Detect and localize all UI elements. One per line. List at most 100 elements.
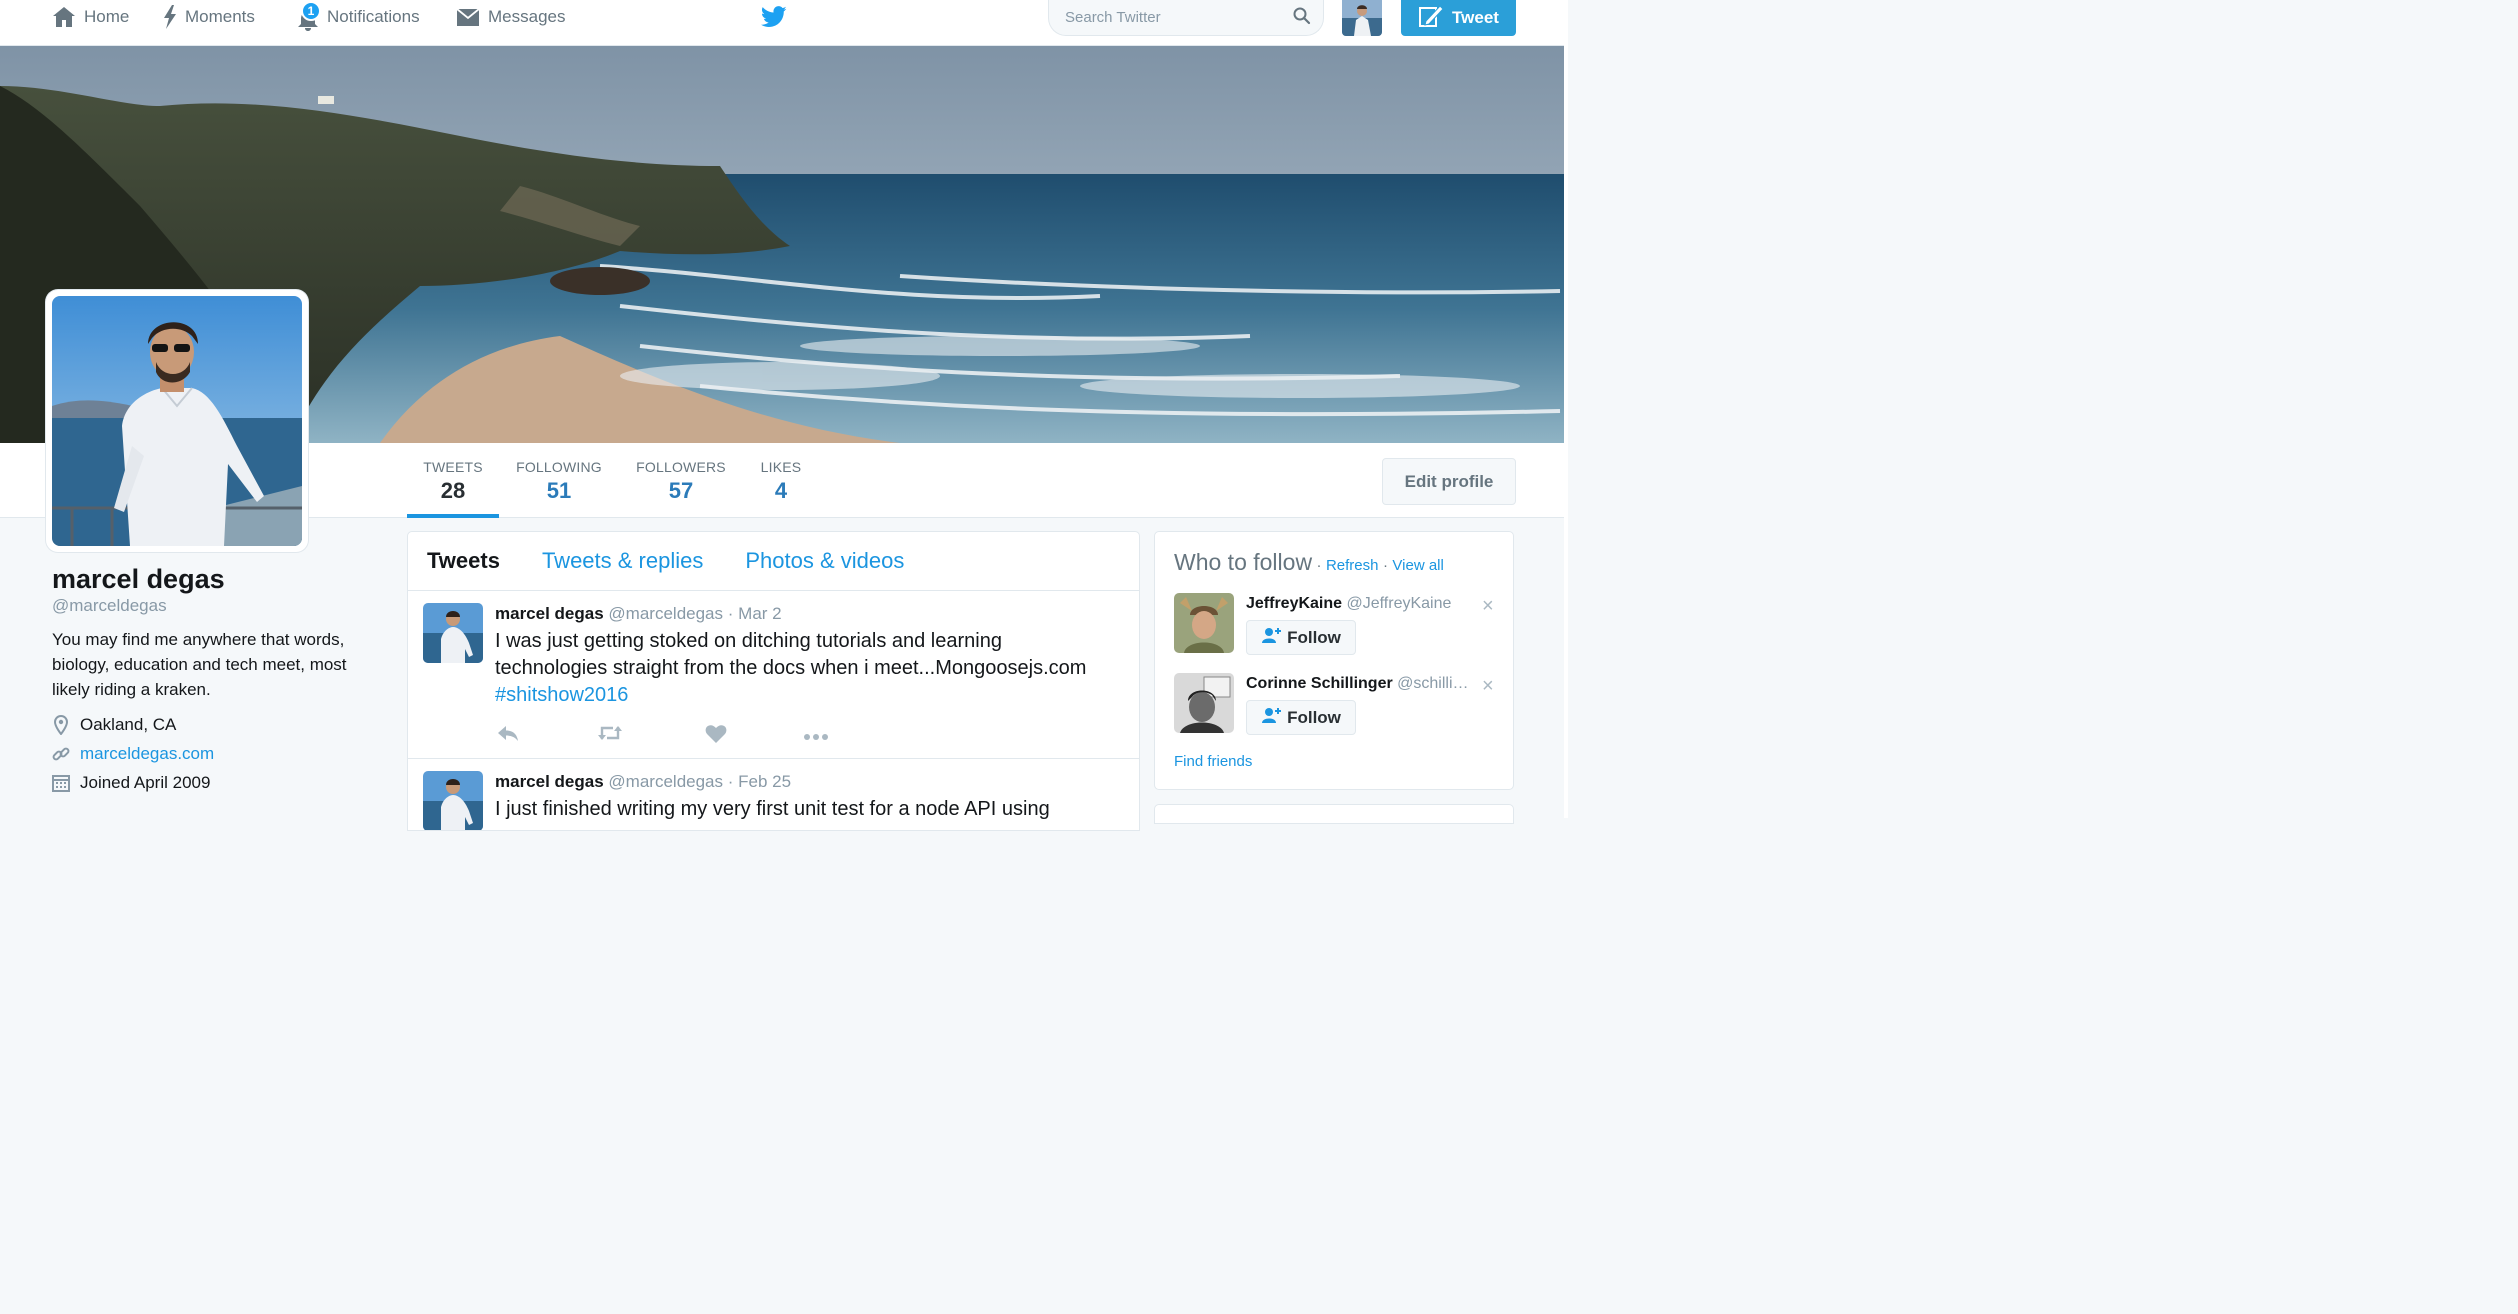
stat-value: 4 xyxy=(774,478,788,503)
find-friends-link[interactable]: Find friends xyxy=(1174,753,1252,770)
tweet-text: I just finished writing my very first un… xyxy=(495,798,1050,820)
website-link[interactable]: marceldegas.com xyxy=(80,744,214,764)
profile-bio: You may find me anywhere that words, bio… xyxy=(52,630,347,699)
timeline-tabs: Tweets Tweets & replies Photos & videos xyxy=(408,532,1139,591)
envelope-icon xyxy=(456,7,480,27)
nav-notifications[interactable]: 1 Notifications xyxy=(297,0,420,34)
retweet-icon[interactable] xyxy=(597,724,623,747)
dismiss-suggestion-icon[interactable]: × xyxy=(1482,595,1494,618)
separator: · xyxy=(1382,557,1388,574)
profile-avatar[interactable] xyxy=(46,290,308,552)
tweet-timestamp[interactable]: Feb 25 xyxy=(738,772,791,791)
follow-button[interactable]: Follow xyxy=(1246,700,1356,735)
search-box xyxy=(1048,0,1324,36)
suggestion-name[interactable]: Corinne Schillinger @schilli… xyxy=(1246,675,1469,693)
tweet-separator: · xyxy=(727,604,734,623)
profile-website: marceldegas.com xyxy=(52,744,214,764)
profile-name: marcel degas xyxy=(52,564,225,594)
more-options-icon[interactable] xyxy=(803,728,829,746)
suggestion-handle: @schilli… xyxy=(1397,675,1469,692)
calendar-icon xyxy=(52,774,70,792)
add-user-icon xyxy=(1261,627,1282,648)
top-navigation-bar: Home Moments 1 Notifications Messages Se… xyxy=(0,0,1568,46)
tweet-timeline: Tweets Tweets & replies Photos & videos … xyxy=(407,531,1140,831)
tweet-item[interactable]: marcel degas @marceldegas · Feb 25 I jus… xyxy=(408,759,1139,830)
nav-home-label: Home xyxy=(84,7,130,26)
joined-text: Joined April 2009 xyxy=(80,773,211,792)
tweet-hashtag[interactable]: #shitshow2016 xyxy=(495,684,628,706)
stat-label: FOLLOWERS xyxy=(636,459,726,475)
nav-messages-label: Messages xyxy=(488,7,566,26)
suggestion-display-name: Corinne Schillinger xyxy=(1246,675,1393,692)
like-heart-icon[interactable] xyxy=(705,724,727,749)
tweet-text: I was just getting stoked on ditching tu… xyxy=(495,628,1115,709)
edit-profile-button[interactable]: Edit profile xyxy=(1382,458,1516,505)
account-avatar[interactable] xyxy=(1342,0,1382,36)
suggestion-avatar[interactable] xyxy=(1174,593,1234,653)
stat-value: 28 xyxy=(440,478,466,503)
nav-moments[interactable]: Moments xyxy=(163,0,255,34)
who-to-follow-module: Who to follow · Refresh · View all Jeffr… xyxy=(1154,531,1514,790)
follow-button[interactable]: Follow xyxy=(1246,620,1356,655)
suggestion-name[interactable]: JeffreyKaine @JeffreyKaine xyxy=(1246,595,1451,613)
stat-following[interactable]: FOLLOWING 51 xyxy=(514,443,604,518)
compose-icon xyxy=(1418,4,1444,33)
profile-location: Oakland, CA xyxy=(52,715,176,735)
add-user-icon xyxy=(1261,707,1282,728)
search-icon[interactable] xyxy=(1293,7,1311,30)
next-sidebar-module xyxy=(1154,804,1514,824)
stat-followers[interactable]: FOLLOWERS 57 xyxy=(634,443,728,518)
link-icon xyxy=(52,745,70,763)
stat-label: FOLLOWING xyxy=(516,459,602,475)
nav-moments-label: Moments xyxy=(185,7,255,26)
stat-label: TWEETS xyxy=(423,459,483,475)
suggestion-avatar[interactable] xyxy=(1174,673,1234,733)
notification-count-badge: 1 xyxy=(301,1,321,21)
compose-tweet-button[interactable]: Tweet xyxy=(1401,0,1516,36)
tweet-author-handle[interactable]: @marceldegas xyxy=(608,604,723,623)
tab-tweets[interactable]: Tweets xyxy=(427,548,500,574)
stat-likes[interactable]: LIKES 4 xyxy=(756,443,806,518)
tweet-author-handle[interactable]: @marceldegas xyxy=(608,772,723,791)
tweet-button-label: Tweet xyxy=(1452,8,1499,27)
lightning-icon xyxy=(163,5,177,29)
home-icon xyxy=(52,6,76,28)
tweet-item[interactable]: marcel degas @marceldegas · Mar 2 I was … xyxy=(408,591,1139,759)
bell-icon: 1 xyxy=(297,1,321,31)
suggestion-display-name: JeffreyKaine xyxy=(1246,595,1343,612)
tweet-author-name[interactable]: marcel degas xyxy=(495,604,604,623)
tab-photos-videos[interactable]: Photos & videos xyxy=(745,548,904,574)
tweet-header: marcel degas @marceldegas · Mar 2 xyxy=(495,604,782,624)
dismiss-suggestion-icon[interactable]: × xyxy=(1482,675,1494,698)
follow-suggestion: JeffreyKaine @JeffreyKaine × Follow xyxy=(1174,593,1504,657)
page-scrollbar[interactable] xyxy=(1564,0,1568,818)
suggestion-handle: @JeffreyKaine xyxy=(1346,595,1452,612)
search-input[interactable] xyxy=(1049,0,1323,35)
stat-value: 51 xyxy=(546,478,572,503)
location-text: Oakland, CA xyxy=(80,715,177,734)
tab-tweets-replies[interactable]: Tweets & replies xyxy=(542,548,703,574)
profile-joined: Joined April 2009 xyxy=(52,773,210,793)
stat-label: LIKES xyxy=(760,459,802,475)
separator: · xyxy=(1316,557,1322,574)
tweet-actions xyxy=(495,724,855,748)
tweet-timestamp[interactable]: Mar 2 xyxy=(738,604,781,623)
refresh-link[interactable]: Refresh xyxy=(1326,557,1379,574)
profile-handle[interactable]: @marceldegas xyxy=(52,596,167,616)
view-all-link[interactable]: View all xyxy=(1392,557,1443,574)
nav-messages[interactable]: Messages xyxy=(456,0,565,34)
tweet-avatar[interactable] xyxy=(423,771,483,830)
tweet-separator: · xyxy=(727,772,734,791)
nav-home[interactable]: Home xyxy=(52,0,129,34)
reply-icon[interactable] xyxy=(497,724,519,747)
twitter-bird-icon[interactable] xyxy=(760,6,787,33)
who-to-follow-title: Who to follow xyxy=(1174,549,1313,575)
nav-notifications-label: Notifications xyxy=(327,7,420,26)
tweet-avatar[interactable] xyxy=(423,603,483,663)
who-to-follow-header: Who to follow · Refresh · View all xyxy=(1174,549,1444,576)
tweet-author-name[interactable]: marcel degas xyxy=(495,772,604,791)
stat-tweets[interactable]: TWEETS 28 xyxy=(407,443,499,518)
location-pin-icon xyxy=(52,715,70,735)
tweet-header: marcel degas @marceldegas · Feb 25 xyxy=(495,772,791,792)
tweet-body: I was just getting stoked on ditching tu… xyxy=(495,630,1087,679)
